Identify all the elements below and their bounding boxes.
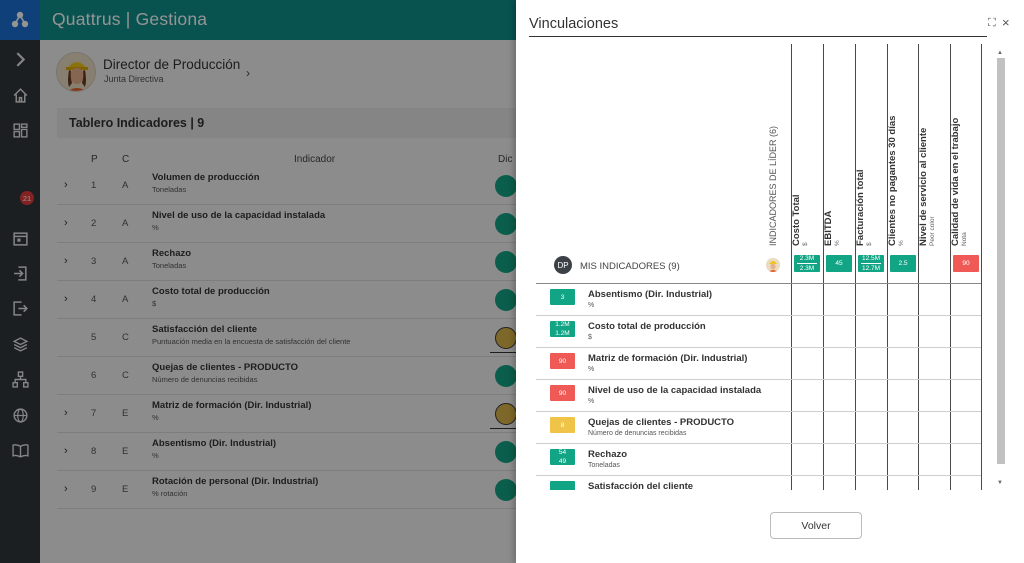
indicator-value-chip[interactable]: 8: [550, 417, 575, 433]
chip-actual: 49: [558, 458, 567, 465]
vinculaciones-panel: Vinculaciones ⛶ × Costo Total $ EBITDA %…: [516, 0, 1024, 563]
scroll-up-icon[interactable]: ▲: [997, 50, 1003, 56]
indicator-value-chip[interactable]: 90: [550, 385, 575, 401]
column-unit: Nota: [961, 232, 968, 246]
column-title: Calidad de vida en el trabajo: [950, 117, 961, 246]
leader-value-chip[interactable]: 90: [953, 255, 979, 272]
chip-actual: 12.7M: [861, 265, 881, 272]
column-unit: Peor color: [929, 216, 936, 246]
indicator-name: Matriz de formación (Dir. Industrial): [588, 353, 748, 364]
links-grid: Costo Total $ EBITDA % Facturación total…: [516, 0, 1024, 490]
chip-target: 12.5M: [861, 255, 881, 262]
scrollbar-thumb[interactable]: [997, 58, 1005, 464]
chip-divider: [860, 263, 882, 264]
column-header-text: Calidad de vida en el trabajo Nota: [950, 118, 968, 246]
column-header-text: EBITDA %: [823, 211, 841, 246]
indicator-unit: Número de denuncias recibidas: [588, 430, 687, 437]
indicator-name: Costo total de producción: [588, 321, 706, 332]
chip-target: 54: [558, 449, 567, 456]
scrollbar[interactable]: ▲ ▼: [995, 50, 1006, 490]
column-unit: %: [898, 240, 905, 246]
leader-value-chip[interactable]: 2.3M 2.3M: [794, 255, 820, 272]
chip-value: 45: [835, 260, 843, 267]
indicator-value-chip[interactable]: 1.2M 1.2M: [550, 321, 575, 337]
leader-column-header[interactable]: Calidad de vida en el trabajo Nota: [950, 50, 994, 246]
indicator-row[interactable]: 1.2M 1.2M Costo total de producción $: [536, 316, 981, 348]
indicator-unit: Toneladas: [588, 462, 620, 469]
column-unit: $: [802, 242, 809, 246]
chip-value: 3: [560, 293, 565, 301]
column-header-text: Clientes no pagantes 30 días %: [887, 116, 905, 246]
leader-avatar: [766, 258, 780, 272]
chip-value: 90: [962, 260, 970, 267]
indicator-row[interactable]: 90 Matriz de formación (Dir. Industrial)…: [536, 348, 981, 380]
indicator-value-chip[interactable]: 3: [550, 289, 575, 305]
indicator-unit: $: [588, 334, 592, 341]
chip-divider: [796, 263, 818, 264]
indicator-row[interactable]: 3 Absentismo (Dir. Industrial) %: [536, 284, 981, 316]
chip-value: 90: [558, 357, 567, 365]
chip-value: 2.5: [898, 260, 908, 267]
chip-actual: 2.3M: [799, 265, 815, 272]
indicator-value-chip[interactable]: 54 49: [550, 449, 575, 465]
column-title: Nivel de servicio al cliente: [918, 127, 929, 246]
column-unit: %: [834, 240, 841, 246]
column-title: Clientes no pagantes 30 días: [887, 115, 898, 246]
leader-value-chip[interactable]: 12.5M 12.7M: [858, 255, 884, 272]
indicator-unit: %: [588, 302, 595, 309]
chip-target: 2.3M: [799, 255, 815, 262]
column-unit: $: [866, 242, 873, 246]
leader-indicators-label: INDICADORES DE LÍDER (6): [768, 125, 778, 246]
back-button[interactable]: Volver: [770, 512, 862, 539]
chip-target: 1.2M: [555, 321, 570, 328]
my-indicators-label: MIS INDICADORES (9): [580, 261, 680, 272]
leader-value-chip[interactable]: 2.5: [890, 255, 916, 272]
indicator-unit: %: [588, 366, 595, 373]
scroll-down-icon[interactable]: ▼: [997, 480, 1003, 486]
indicator-row[interactable]: 8 Quejas de clientes - PRODUCTO Número d…: [536, 412, 981, 444]
column-title: Costo Total: [791, 194, 802, 246]
indicator-row[interactable]: 90 Nivel de uso de la capacidad instalad…: [536, 380, 981, 412]
modal-overlay[interactable]: [0, 0, 516, 563]
column-title: EBITDA: [823, 210, 834, 246]
indicator-unit: %: [588, 398, 595, 405]
indicator-value-chip[interactable]: [550, 481, 575, 490]
leader-value-chip[interactable]: 45: [826, 255, 852, 272]
user-initials-avatar: DP: [554, 256, 572, 274]
chip-value: 90: [558, 389, 567, 397]
indicator-name: Absentismo (Dir. Industrial): [588, 289, 713, 300]
indicator-name: Quejas de clientes - PRODUCTO: [588, 417, 735, 428]
chip-value: 8: [560, 421, 565, 429]
column-header-text: Facturación total $: [855, 169, 873, 246]
column-header-text: Nivel de servicio al cliente Peor color: [918, 128, 936, 246]
indicator-name: Rechazo: [588, 449, 628, 460]
column-title: Facturación total: [855, 169, 866, 246]
indicator-value-chip[interactable]: 90: [550, 353, 575, 369]
indicator-row[interactable]: Satisfacción del cliente: [536, 476, 981, 490]
column-header-text: Costo Total $: [791, 194, 809, 246]
indicator-name: Satisfacción del cliente: [588, 481, 694, 490]
chip-actual: 1.2M: [555, 330, 570, 337]
indicator-row[interactable]: 54 49 Rechazo Toneladas: [536, 444, 981, 476]
indicator-name: Nivel de uso de la capacidad instalada: [588, 385, 762, 396]
